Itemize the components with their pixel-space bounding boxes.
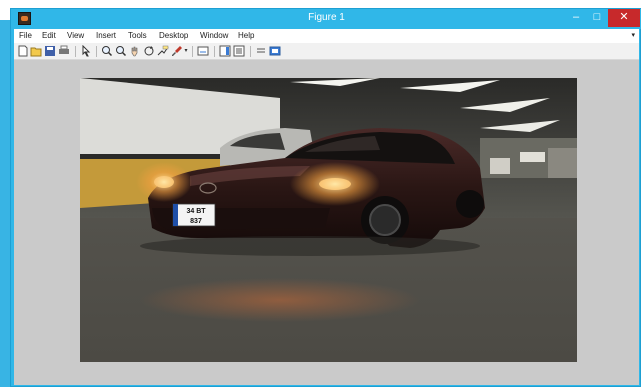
hide-plot-tools-icon[interactable]	[255, 45, 267, 57]
zoom-in-icon[interactable]	[101, 45, 113, 57]
open-file-icon[interactable]	[30, 45, 42, 57]
show-plot-tools-icon[interactable]	[269, 45, 281, 57]
menu-help[interactable]: Help	[238, 31, 254, 40]
toolbar-separator	[214, 46, 215, 57]
plate-line1: 34 BT	[186, 208, 206, 215]
menu-overflow-icon[interactable]: ▾	[631, 31, 635, 39]
toolbar-separator	[250, 46, 251, 57]
print-icon[interactable]	[58, 45, 70, 57]
title-bar[interactable]: Figure 1 – □ ✕	[11, 9, 641, 29]
legend-icon[interactable]	[233, 45, 245, 57]
zoom-out-icon[interactable]	[115, 45, 127, 57]
toolbar-separator	[75, 46, 76, 57]
new-figure-icon[interactable]	[17, 45, 29, 57]
menu-bar: File Edit View Insert Tools Desktop Wind…	[14, 29, 639, 43]
save-icon[interactable]	[44, 45, 56, 57]
rotate-3d-icon[interactable]	[143, 45, 155, 57]
license-plate: 34 BT 837	[172, 203, 216, 227]
plate-line2: 837	[190, 218, 202, 225]
brush-dropdown-icon[interactable]: ▾	[183, 45, 189, 57]
menu-tools[interactable]: Tools	[128, 31, 147, 40]
link-plot-icon[interactable]	[197, 45, 209, 57]
menu-window[interactable]: Window	[200, 31, 228, 40]
figure-canvas: 34 BT 837	[14, 60, 639, 385]
colorbar-icon[interactable]	[219, 45, 231, 57]
pan-icon[interactable]	[129, 45, 141, 57]
menu-view[interactable]: View	[67, 31, 84, 40]
menu-desktop[interactable]: Desktop	[159, 31, 188, 40]
toolbar-separator	[96, 46, 97, 57]
brush-icon[interactable]	[171, 45, 183, 57]
figure-window: Figure 1 – □ ✕ File Edit View Insert Too…	[10, 8, 641, 387]
maximize-button[interactable]: □	[587, 9, 607, 27]
figure-toolbar: ▾	[14, 43, 639, 60]
menu-file[interactable]: File	[19, 31, 32, 40]
menu-edit[interactable]: Edit	[42, 31, 56, 40]
data-cursor-icon[interactable]	[157, 45, 169, 57]
edit-plot-icon[interactable]	[80, 44, 92, 57]
window-left-border	[0, 20, 10, 387]
window-title: Figure 1	[308, 12, 345, 23]
close-button[interactable]: ✕	[608, 9, 640, 27]
minimize-button[interactable]: –	[566, 9, 586, 27]
window-client: File Edit View Insert Tools Desktop Wind…	[14, 29, 639, 385]
menu-insert[interactable]: Insert	[96, 31, 116, 40]
car-photo-image: 34 BT 837	[80, 78, 577, 362]
toolbar-separator	[192, 46, 193, 57]
